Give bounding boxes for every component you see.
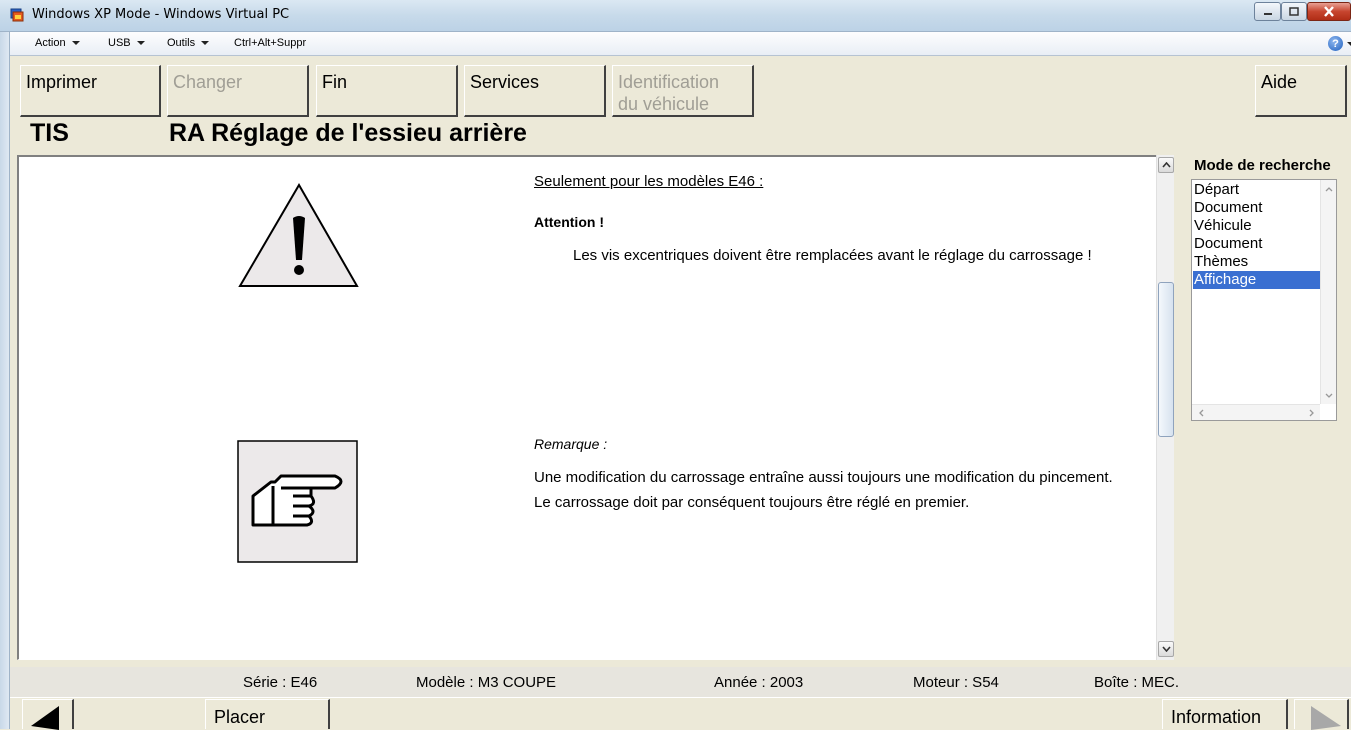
caret-down-icon [71, 41, 80, 45]
list-item-themes[interactable]: Thèmes [1193, 253, 1320, 271]
print-button[interactable]: Imprimer [20, 65, 161, 117]
place-button[interactable]: Placer [205, 699, 330, 729]
list-item-document-2[interactable]: Document [1193, 235, 1320, 253]
help-button[interactable]: Aide [1255, 65, 1347, 117]
help-icon: ? [1328, 36, 1343, 51]
list-scroll-down[interactable] [1322, 388, 1336, 402]
help-button-label: Aide [1261, 72, 1298, 92]
menu-bar: Action USB Outils Ctrl+Alt+Suppr ? [10, 32, 1351, 56]
scroll-down-button[interactable] [1158, 641, 1174, 657]
vehicle-identification-label-2: du véhicule [618, 94, 710, 114]
list-scroll-up[interactable] [1322, 182, 1336, 196]
page-title: RA Réglage de l'essieu arrière [169, 119, 527, 147]
information-button-label: Information [1171, 707, 1262, 727]
menu-tools[interactable]: Outils [167, 37, 210, 49]
list-item-document[interactable]: Document [1193, 199, 1320, 217]
remark-line-1: Une modification du carrossage entraîne … [534, 469, 1113, 486]
list-scroll-left[interactable] [1194, 406, 1208, 420]
caret-down-icon [201, 41, 210, 45]
services-button[interactable]: Services [464, 65, 606, 117]
services-button-label: Services [470, 72, 540, 92]
end-button[interactable]: Fin [316, 65, 458, 117]
list-item-display[interactable]: Affichage [1193, 271, 1320, 289]
end-button-label: Fin [322, 72, 348, 92]
change-button[interactable]: Changer [167, 65, 309, 117]
chevron-up-icon [1325, 186, 1333, 191]
status-year: Année : 2003 [714, 674, 804, 691]
remark-line-2: Le carrossage doit par conséquent toujou… [534, 494, 970, 511]
warning-text: Les vis excentriques doivent être rempla… [573, 247, 1092, 264]
maximize-button[interactable] [1281, 2, 1307, 21]
menu-ctrl-alt-del[interactable]: Ctrl+Alt+Suppr [234, 37, 306, 49]
caret-down-icon [136, 41, 145, 45]
arrow-left-icon [31, 706, 59, 730]
print-button-label: Imprimer [26, 72, 97, 92]
next-button[interactable] [1294, 699, 1349, 730]
previous-button[interactable] [22, 699, 74, 730]
list-item-depart[interactable]: Départ [1193, 181, 1320, 199]
maximize-icon [1289, 7, 1299, 16]
menu-action[interactable]: Action [35, 37, 80, 49]
menu-action-label: Action [35, 37, 66, 49]
menu-ctrl-alt-del-label: Ctrl+Alt+Suppr [234, 37, 307, 49]
status-series: Série : E46 [243, 674, 318, 691]
vehicle-identification-button[interactable]: Identification du véhicule [612, 65, 754, 117]
change-button-label: Changer [173, 72, 243, 92]
arrow-right-icon [1311, 706, 1341, 730]
app-name: TIS [30, 119, 69, 147]
close-button[interactable] [1307, 2, 1351, 21]
models-note: Seulement pour les modèles E46 : [534, 173, 764, 190]
caret-down-icon [1347, 41, 1351, 46]
list-item-vehicle[interactable]: Véhicule [1193, 217, 1320, 235]
chevron-right-icon [1309, 409, 1314, 417]
vehicle-status-bar: Série : E46 Modèle : M3 COUPE Année : 20… [10, 667, 1351, 697]
remark-label: Remarque : [534, 436, 608, 452]
status-gearbox: Boîte : MEC. [1094, 674, 1180, 691]
scroll-thumb[interactable] [1158, 282, 1174, 437]
search-mode-list[interactable]: Départ Document Véhicule Document Thèmes… [1191, 179, 1337, 421]
menu-usb-label: USB [108, 37, 131, 49]
list-horizontal-scrollbar[interactable] [1192, 404, 1320, 420]
chevron-left-icon [1198, 409, 1203, 417]
close-icon [1324, 6, 1334, 17]
status-model: Modèle : M3 COUPE [416, 674, 557, 691]
minimize-icon [1263, 12, 1272, 15]
title-bar[interactable]: Windows XP Mode - Windows Virtual PC [0, 0, 1351, 32]
content-scrollbar[interactable] [1156, 155, 1174, 660]
window-left-frame [0, 32, 10, 729]
chevron-up-icon [1161, 162, 1171, 168]
status-engine: Moteur : S54 [913, 674, 999, 691]
menu-usb[interactable]: USB [108, 37, 145, 49]
search-mode-label: Mode de recherche [1194, 157, 1331, 174]
list-scroll-right[interactable] [1304, 406, 1318, 420]
scroll-up-button[interactable] [1158, 157, 1174, 173]
warning-triangle-icon [238, 183, 359, 287]
place-button-label: Placer [214, 707, 266, 727]
attention-label: Attention ! [534, 214, 604, 230]
minimize-button[interactable] [1254, 2, 1281, 21]
window-title: Windows XP Mode - Windows Virtual PC [32, 7, 290, 22]
chevron-down-icon [1161, 646, 1171, 652]
virtual-pc-icon [10, 8, 24, 22]
pointing-hand-icon [237, 440, 358, 563]
document-content: Seulement pour les modèles E46 : Attenti… [17, 155, 1174, 660]
list-vertical-scrollbar[interactable] [1320, 180, 1336, 404]
help-menu[interactable]: ? [1328, 36, 1351, 51]
vehicle-identification-label-1: Identification [618, 72, 720, 92]
menu-tools-label: Outils [167, 37, 196, 49]
information-button[interactable]: Information [1162, 699, 1288, 729]
chevron-down-icon [1325, 393, 1333, 398]
